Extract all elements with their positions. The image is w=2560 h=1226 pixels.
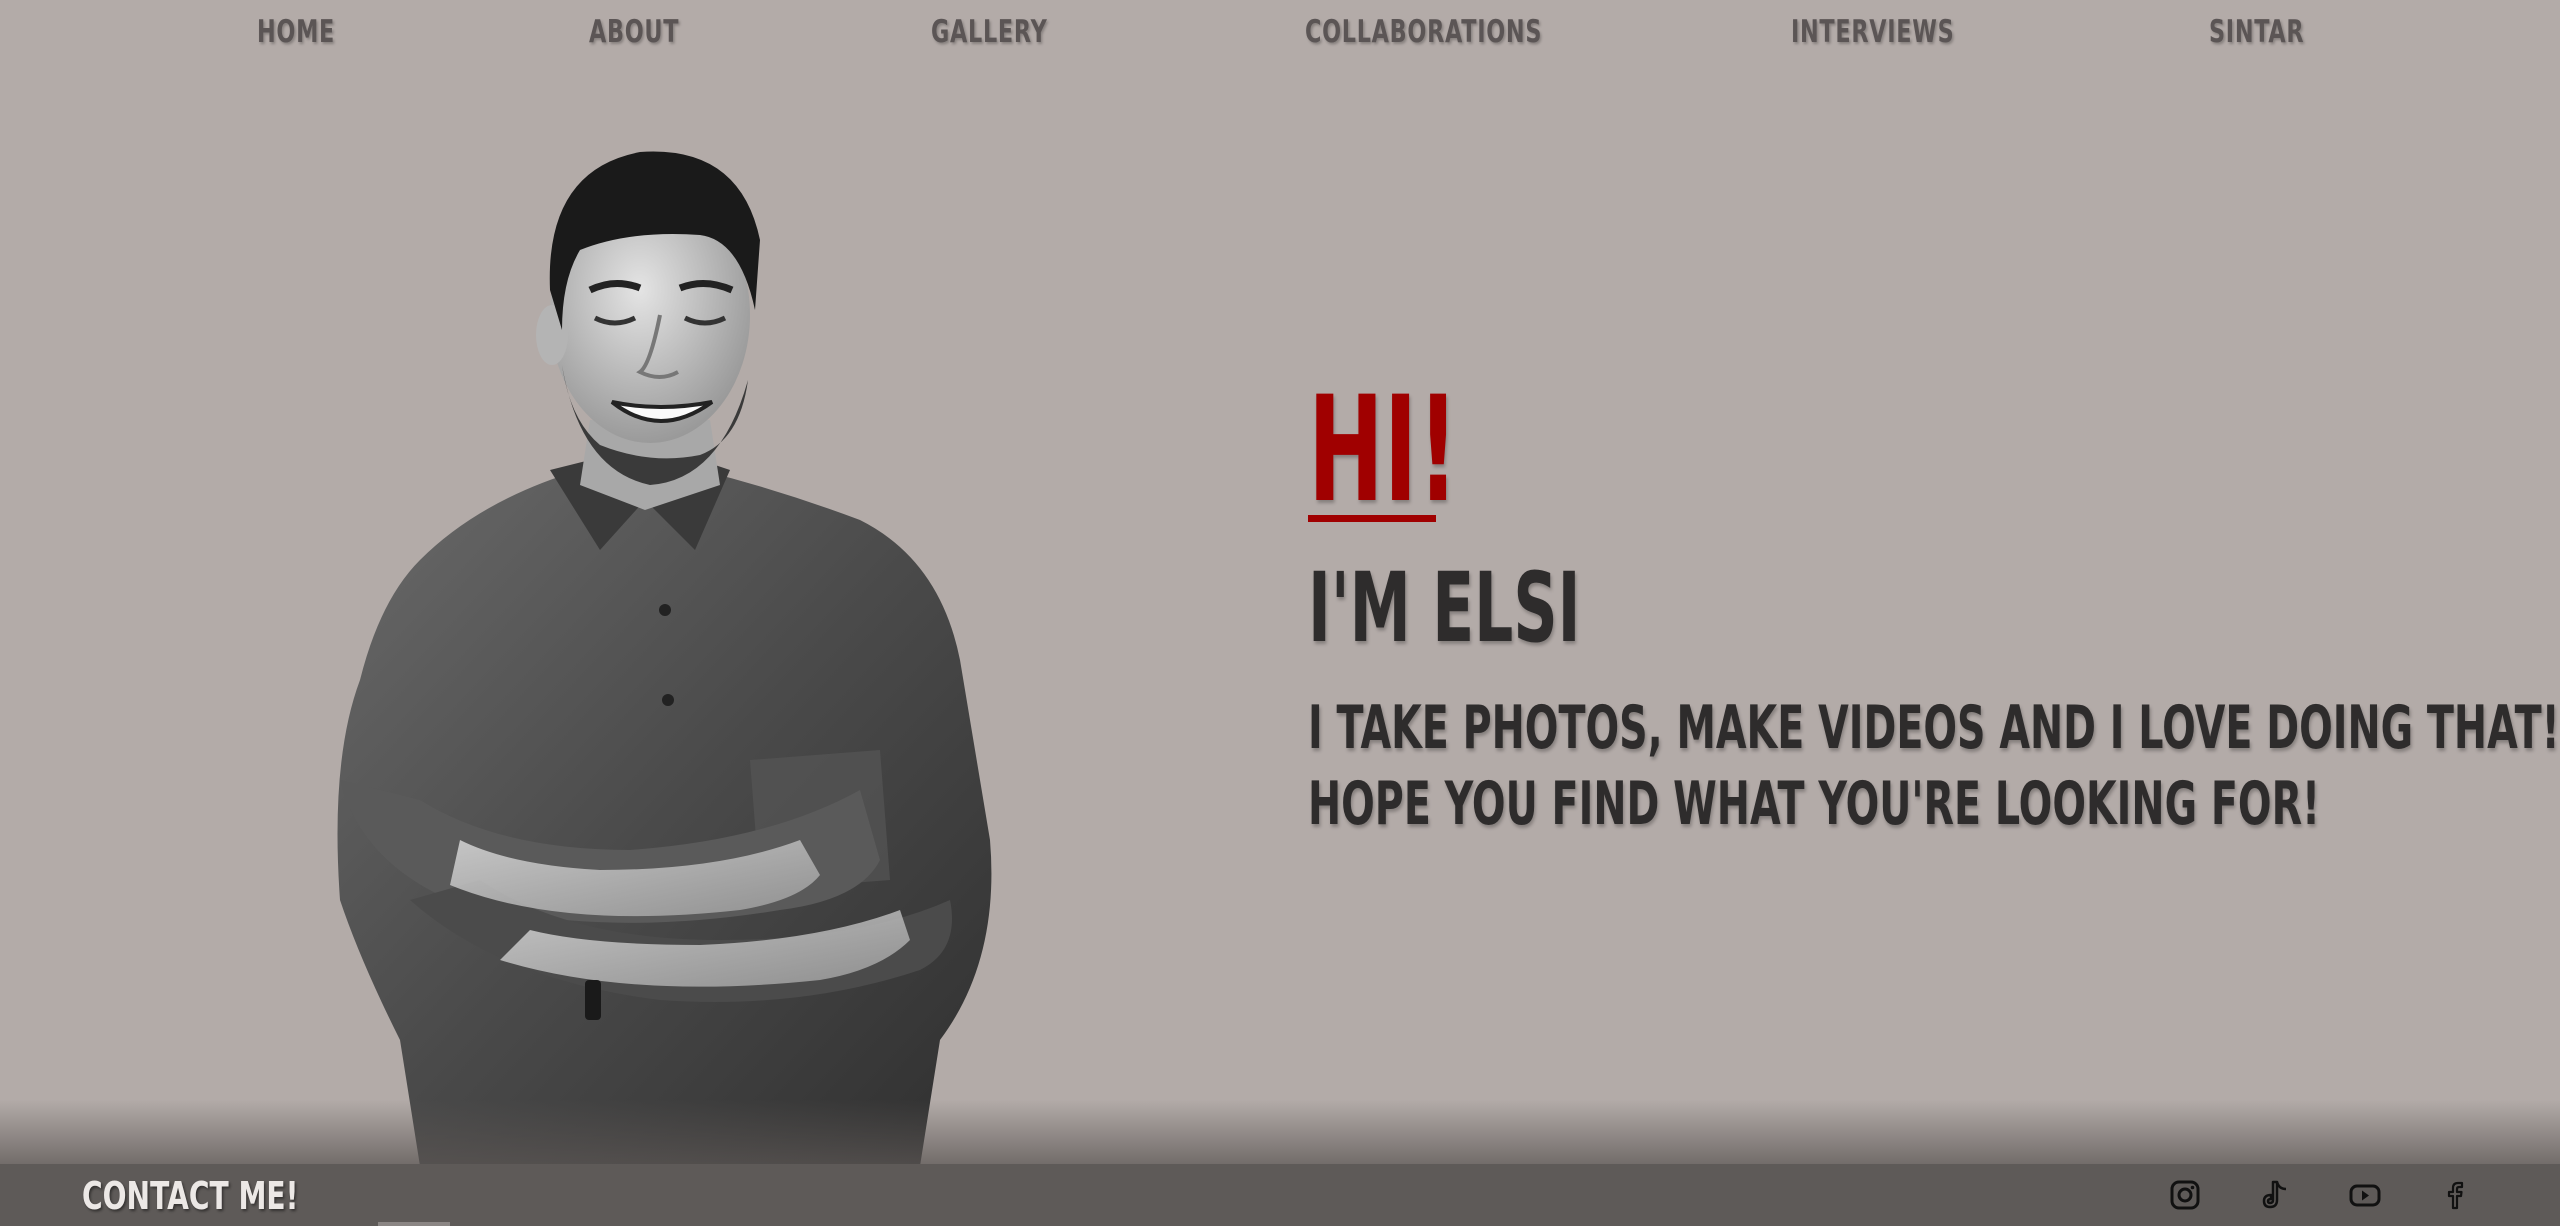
hero-tagline: I TAKE PHOTOS, MAKE VIDEOS AND I LOVE DO… [1308, 690, 2560, 842]
facebook-icon[interactable] [2438, 1178, 2472, 1212]
hero-tagline-line2: HOPE YOU FIND WHAT YOU'RE LOOKING FOR! [1308, 769, 2321, 839]
hero-greeting: HI! [1308, 365, 1459, 535]
footer-bar: CONTACT ME! [0, 1164, 2560, 1226]
youtube-icon[interactable] [2348, 1178, 2382, 1212]
greeting-underline [1308, 515, 1436, 522]
top-navigation: HOME ABOUT GALLERY COLLABORATIONS INTERV… [0, 0, 2560, 70]
nav-collaborations[interactable]: COLLABORATIONS [1305, 14, 1542, 50]
footer-shadow [0, 1100, 2560, 1166]
contact-button[interactable]: CONTACT ME! [82, 1174, 298, 1218]
nav-sintar[interactable]: SINTAR [2209, 14, 2304, 50]
nav-interviews[interactable]: INTERVIEWS [1791, 14, 1954, 50]
nav-gallery[interactable]: GALLERY [931, 14, 1047, 50]
nav-about[interactable]: ABOUT [589, 14, 679, 50]
tiktok-icon[interactable] [2258, 1178, 2292, 1212]
hero-tagline-line1: I TAKE PHOTOS, MAKE VIDEOS AND I LOVE DO… [1308, 693, 2560, 763]
instagram-icon[interactable] [2168, 1178, 2202, 1212]
portrait-photo [300, 140, 1080, 1166]
contact-underline [378, 1222, 450, 1226]
hero-name: I'M ELSI [1308, 552, 1581, 664]
nav-home[interactable]: HOME [257, 14, 335, 50]
